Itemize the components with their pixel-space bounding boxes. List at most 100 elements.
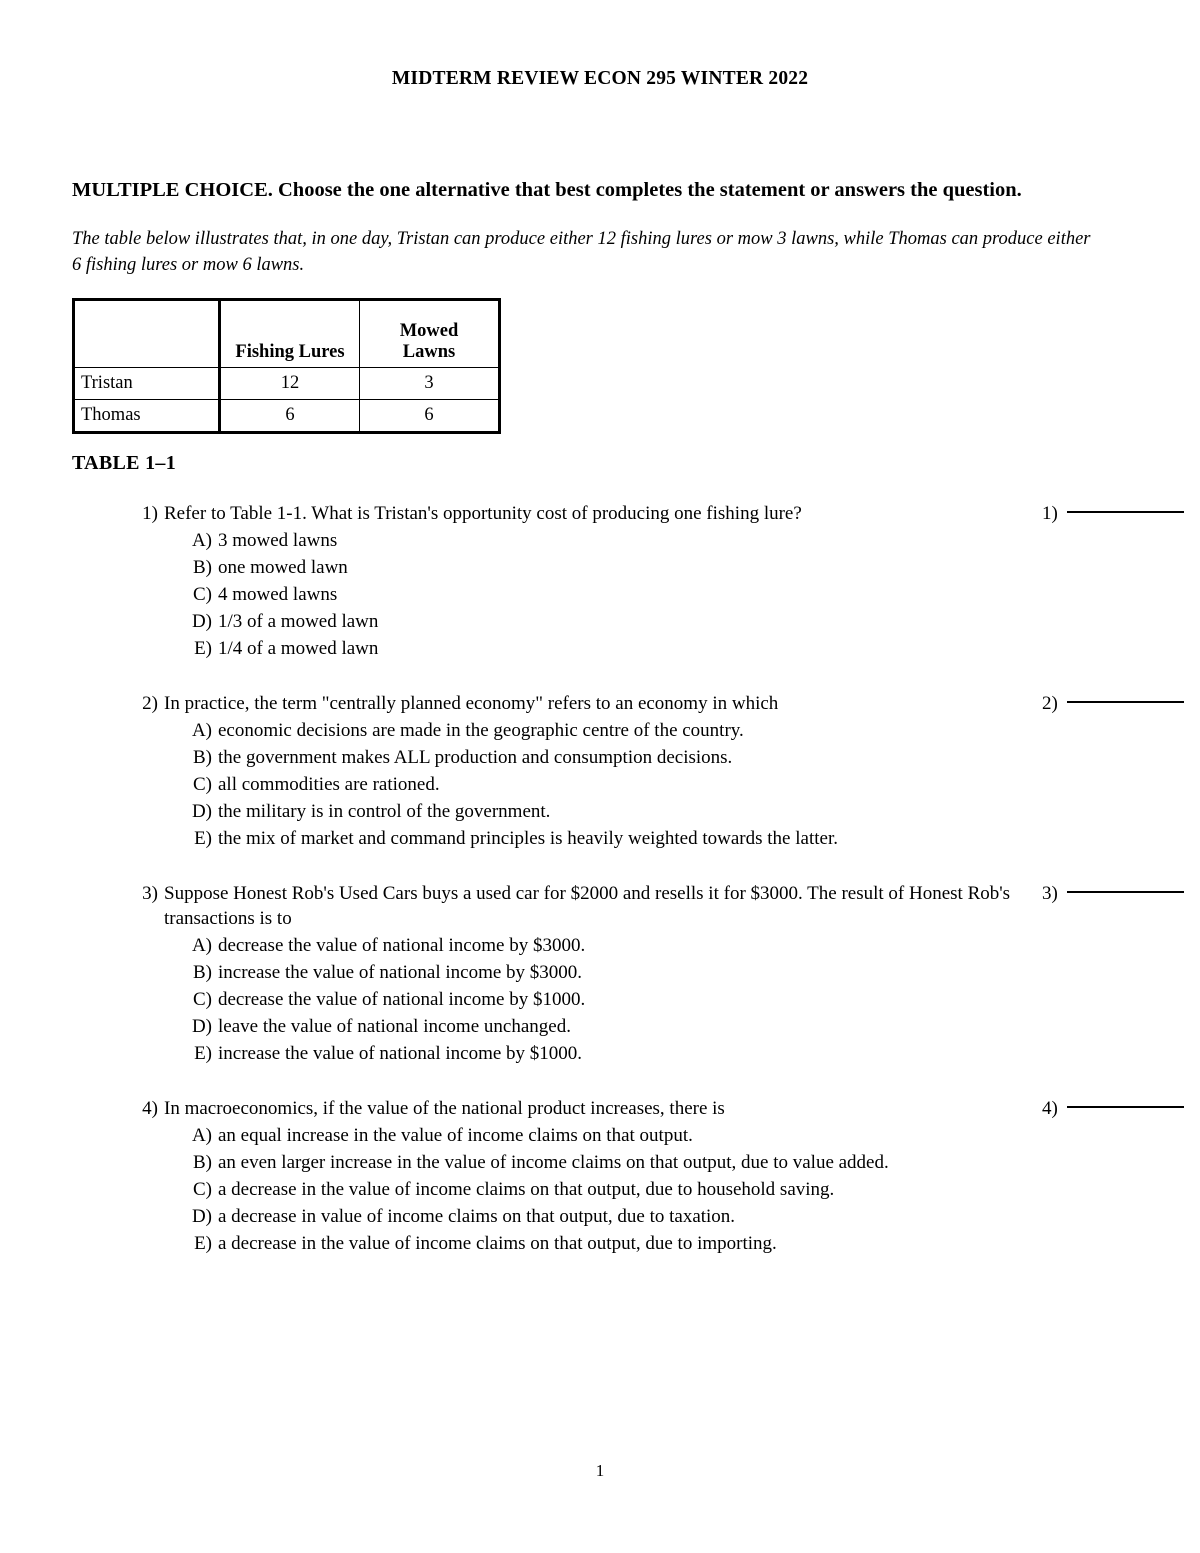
option-letter: C) <box>193 584 212 606</box>
option-c[interactable]: C) 4 mowed lawns <box>130 582 1134 609</box>
answer-blank-line[interactable] <box>1066 1096 1192 1112</box>
option-text: a decrease in value of income claims on … <box>218 1205 736 1227</box>
running-head: MIDTERM REVIEW ECON 295 WINTER 2022 <box>391 68 809 89</box>
question-text: Suppose Honest Rob's Used Cars buys a us… <box>164 883 1011 930</box>
table-caption: TABLE 1–1 <box>72 452 177 475</box>
option-letter: D) <box>191 1016 212 1038</box>
option-text: leave the value of national income uncha… <box>218 1016 571 1038</box>
option-letter: C) <box>193 774 212 796</box>
option-text: economic decisions are made in the geogr… <box>218 720 744 742</box>
option-a[interactable]: A) an equal increase in the value of inc… <box>130 1123 1134 1150</box>
option-e[interactable]: E) a decrease in the value of income cla… <box>130 1231 1134 1258</box>
option-text: decrease the value of national income by… <box>218 989 586 1011</box>
table-header-blank <box>73 299 221 369</box>
option-e[interactable]: E) increase the value of national income… <box>130 1041 1134 1068</box>
answer-number: 4) <box>1042 1098 1058 1119</box>
question-number: 2) <box>142 693 158 715</box>
question-block: 4) In macroeconomics, if the value of th… <box>72 1096 1185 1258</box>
option-text: one mowed lawn <box>218 557 348 579</box>
table-intro-paragraph: The table below illustrates that, in one… <box>72 228 1091 275</box>
option-text: increase the value of national income by… <box>218 1043 583 1065</box>
option-b[interactable]: B) an even larger increase in the value … <box>130 1150 1134 1177</box>
option-letter: D) <box>191 1205 212 1227</box>
option-letter: B) <box>193 747 212 769</box>
question-options: A) decrease the value of national income… <box>130 933 1134 1068</box>
option-text: 1/4 of a mowed lawn <box>218 638 379 660</box>
question-number: 1) <box>142 503 158 525</box>
table-header-mowed-lawns: Mowed Lawns <box>359 299 500 369</box>
answer-slot: 3) <box>1042 881 1192 906</box>
answer-slot: 4) <box>1042 1096 1192 1121</box>
answer-slot: 1) <box>1042 501 1192 526</box>
option-b[interactable]: B) the government makes ALL production a… <box>130 745 1134 772</box>
answer-blank-line[interactable] <box>1066 501 1192 517</box>
answer-blank-line[interactable] <box>1066 691 1192 707</box>
option-letter: C) <box>193 1179 212 1201</box>
option-d[interactable]: D) a decrease in value of income claims … <box>130 1204 1134 1231</box>
question-number: 4) <box>142 1098 158 1119</box>
multiple-choice-instruction: MULTIPLE CHOICE. Choose the one alternat… <box>72 179 1022 201</box>
option-d[interactable]: D) 1/3 of a mowed lawn <box>130 609 1134 636</box>
table-header-mowed-lawns-line1: Mowed <box>399 320 459 341</box>
option-a[interactable]: A) economic decisions are made in the ge… <box>130 718 1134 745</box>
table-cell-fishing-lures: 12 <box>219 367 360 401</box>
option-text: all commodities are rationed. <box>218 774 440 796</box>
table-cell-mowed-lawns: 3 <box>359 367 500 401</box>
option-text: a decrease in the value of income claims… <box>218 1232 777 1254</box>
option-letter: E) <box>194 1232 212 1254</box>
option-e[interactable]: E) 1/4 of a mowed lawn <box>130 636 1134 663</box>
option-text: an equal increase in the value of income… <box>218 1125 693 1147</box>
table-header-fishing-lures: Fishing Lures <box>219 299 360 369</box>
document-page: MIDTERM REVIEW ECON 295 WINTER 2022 MULT… <box>0 0 1200 1553</box>
question-stem: 4) In macroeconomics, if the value of th… <box>130 1096 1044 1121</box>
option-letter: A) <box>191 720 212 742</box>
option-d[interactable]: D) leave the value of national income un… <box>130 1014 1134 1041</box>
option-letter: A) <box>191 1125 212 1147</box>
option-a[interactable]: A) 3 mowed lawns <box>130 528 1134 555</box>
option-text: the mix of market and command principles… <box>218 828 838 850</box>
option-text: the military is in control of the govern… <box>218 801 551 823</box>
question-options: A) an equal increase in the value of inc… <box>130 1123 1134 1258</box>
answer-number: 3) <box>1042 883 1058 904</box>
option-text: a decrease in the value of income claims… <box>218 1179 835 1201</box>
option-letter: E) <box>194 828 212 850</box>
option-b[interactable]: B) increase the value of national income… <box>130 960 1134 987</box>
question-block: 1) Refer to Table 1-1. What is Tristan's… <box>72 501 1185 663</box>
question-text: In practice, the term "centrally planned… <box>164 693 779 715</box>
option-text: 3 mowed lawns <box>218 530 338 552</box>
option-letter: D) <box>191 611 212 633</box>
answer-blank-line[interactable] <box>1066 881 1192 897</box>
table-header-row: Fishing Lures Mowed Lawns <box>73 299 500 369</box>
option-text: decrease the value of national income by… <box>218 935 586 957</box>
option-b[interactable]: B) one mowed lawn <box>130 555 1134 582</box>
option-c[interactable]: C) decrease the value of national income… <box>130 987 1134 1014</box>
option-letter: D) <box>191 801 212 823</box>
answer-number: 2) <box>1042 693 1058 715</box>
option-letter: E) <box>194 638 212 660</box>
question-options: A) economic decisions are made in the ge… <box>130 718 1134 853</box>
option-c[interactable]: C) a decrease in the value of income cla… <box>130 1177 1134 1204</box>
question-stem: 2) In practice, the term "centrally plan… <box>130 691 1044 716</box>
option-a[interactable]: A) decrease the value of national income… <box>130 933 1134 960</box>
page-number: 1 <box>595 1461 605 1480</box>
option-text: the government makes ALL production and … <box>218 747 733 769</box>
option-letter: C) <box>193 989 212 1011</box>
option-letter: A) <box>191 530 212 552</box>
option-e[interactable]: E) the mix of market and command princip… <box>130 826 1134 853</box>
table-row: Thomas 6 6 <box>73 399 500 434</box>
option-letter: B) <box>193 557 212 579</box>
table-cell-mowed-lawns: 6 <box>359 399 500 434</box>
question-stem: 3) Suppose Honest Rob's Used Cars buys a… <box>130 881 1044 931</box>
option-letter: B) <box>193 962 212 984</box>
option-c[interactable]: C) all commodities are rationed. <box>130 772 1134 799</box>
option-text: 1/3 of a mowed lawn <box>218 611 379 633</box>
table-cell-name: Thomas <box>73 399 221 434</box>
option-d[interactable]: D) the military is in control of the gov… <box>130 799 1134 826</box>
question-text: Refer to Table 1-1. What is Tristan's op… <box>164 503 802 525</box>
option-letter: E) <box>194 1043 212 1065</box>
production-table: Fishing Lures Mowed Lawns Tristan 12 3 T… <box>72 298 501 435</box>
option-letter: B) <box>193 1152 212 1174</box>
table-row: Tristan 12 3 <box>73 367 500 401</box>
question-number: 3) <box>142 883 158 904</box>
table-cell-name: Tristan <box>73 367 221 401</box>
